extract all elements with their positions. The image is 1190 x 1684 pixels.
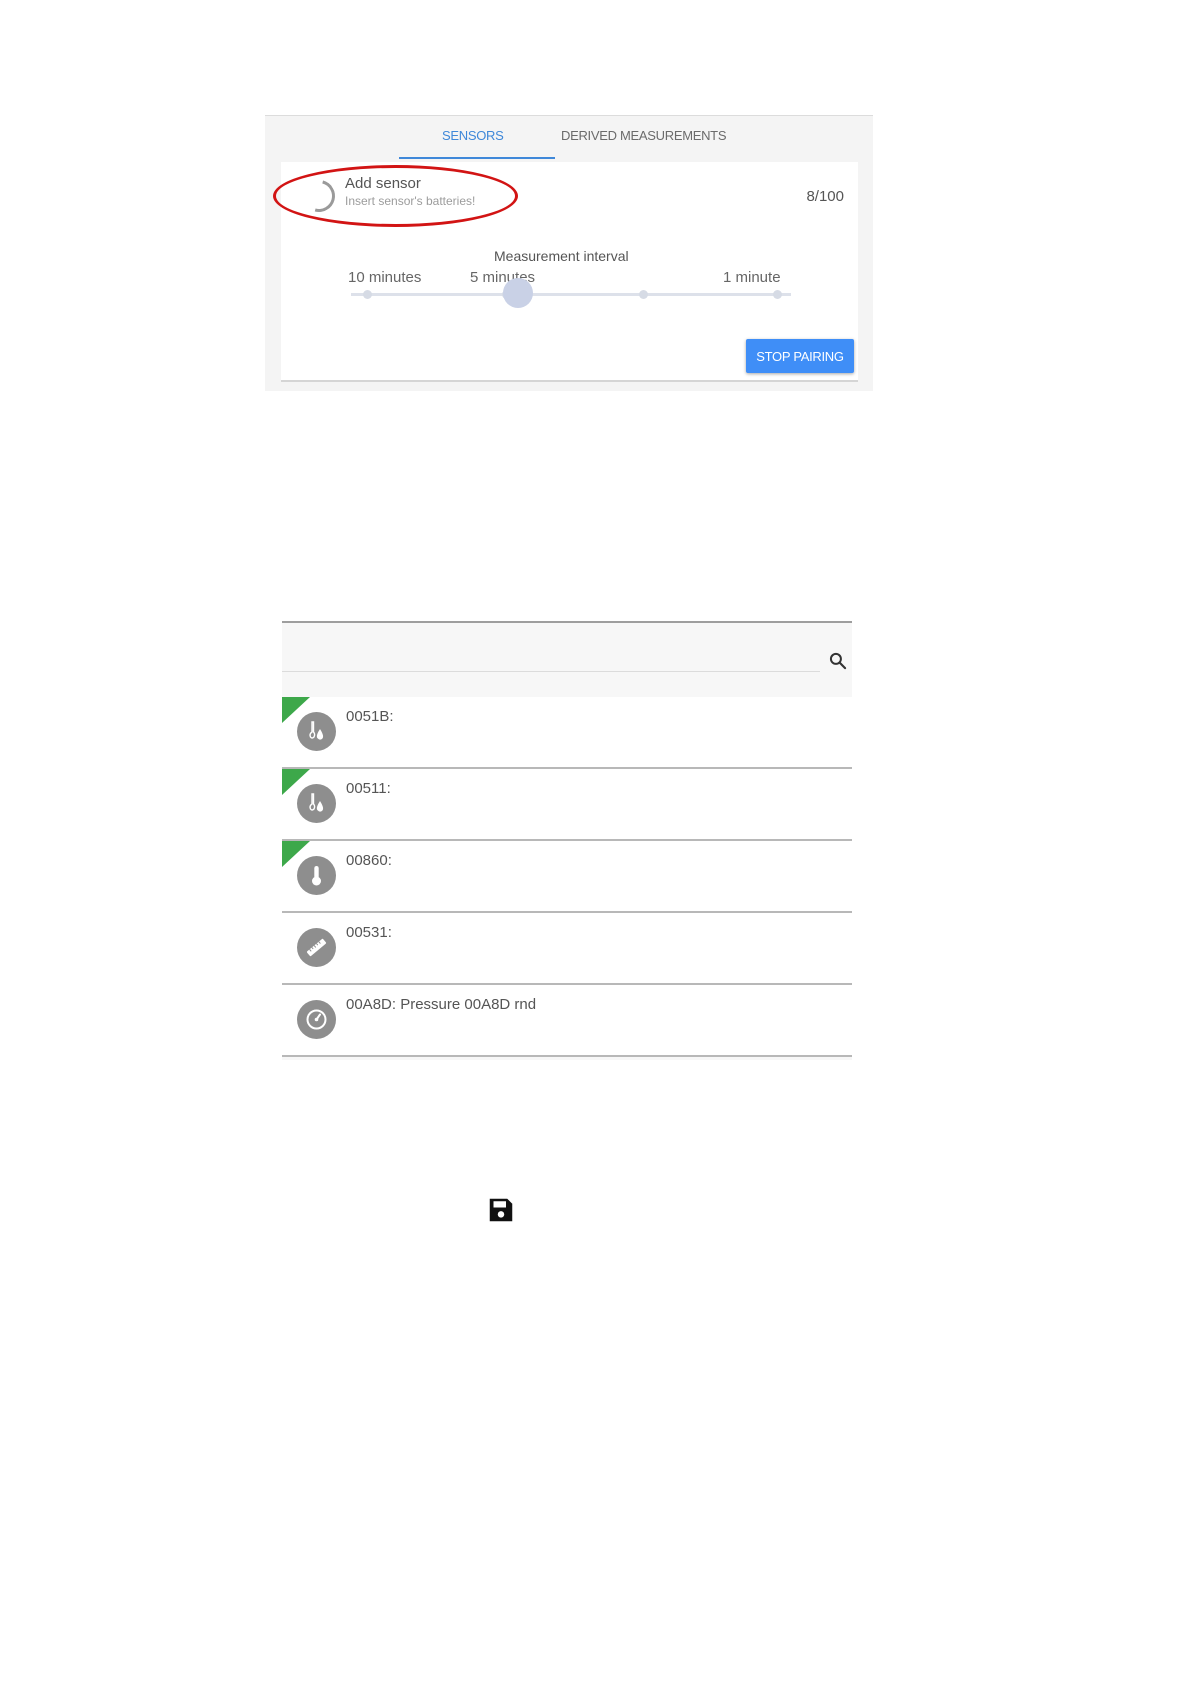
tab-bar: SENSORS DERIVED MEASUREMENTS xyxy=(265,116,873,160)
tab-sensors[interactable]: SENSORS xyxy=(442,128,504,143)
sensor-label: 0051B: xyxy=(346,708,394,725)
interval-slider-track[interactable] xyxy=(351,293,791,296)
sensor-label: 00860: xyxy=(346,852,392,869)
active-tab-indicator xyxy=(399,157,555,159)
stop-pairing-button[interactable]: STOP PAIRING xyxy=(746,339,854,373)
thermometer-icon xyxy=(297,856,336,895)
add-sensor-hint: Insert sensor's batteries! xyxy=(345,194,476,208)
sensor-row[interactable]: 0051B: xyxy=(282,697,852,769)
interval-option-10-minutes: 10 minutes xyxy=(348,269,422,286)
loading-spinner-icon xyxy=(297,174,341,218)
interval-option-1-minute: 1 minute xyxy=(723,269,781,286)
sensor-count: 8/100 xyxy=(806,188,844,205)
pairing-card: Add sensor Insert sensor's batteries! 8/… xyxy=(273,162,858,382)
sensor-row[interactable]: 00511: xyxy=(282,769,852,841)
pressure-gauge-icon xyxy=(297,1000,336,1039)
search-icon[interactable] xyxy=(828,651,848,671)
sensor-list-panel: 0051B: 00511: 00860: 00531: 00A8D: Press… xyxy=(282,621,852,1060)
sensor-label: 00A8D: Pressure 00A8D rnd xyxy=(346,996,537,1013)
slider-tick[interactable] xyxy=(363,290,372,299)
sensor-label: 00511: xyxy=(346,780,391,797)
humidity-icon xyxy=(297,784,336,823)
interval-slider-thumb[interactable] xyxy=(503,278,533,308)
search-bar[interactable] xyxy=(282,623,852,673)
humidity-icon xyxy=(297,712,336,751)
ruler-icon xyxy=(297,928,336,967)
measurement-interval-label: Measurement interval xyxy=(494,248,629,264)
slider-tick[interactable] xyxy=(639,290,648,299)
pairing-panel: SENSORS DERIVED MEASUREMENTS Add sensor … xyxy=(265,115,873,391)
sensor-row[interactable]: 00531: xyxy=(282,913,852,985)
add-sensor-title: Add sensor xyxy=(345,175,421,192)
sensor-label: 00531: xyxy=(346,924,392,941)
sensor-row[interactable]: 00860: xyxy=(282,841,852,913)
search-input-underline xyxy=(282,671,820,672)
slider-tick[interactable] xyxy=(773,290,782,299)
sensor-row[interactable]: 00A8D: Pressure 00A8D rnd xyxy=(282,985,852,1057)
save-icon[interactable] xyxy=(486,1195,516,1225)
tab-derived-measurements[interactable]: DERIVED MEASUREMENTS xyxy=(561,128,727,143)
